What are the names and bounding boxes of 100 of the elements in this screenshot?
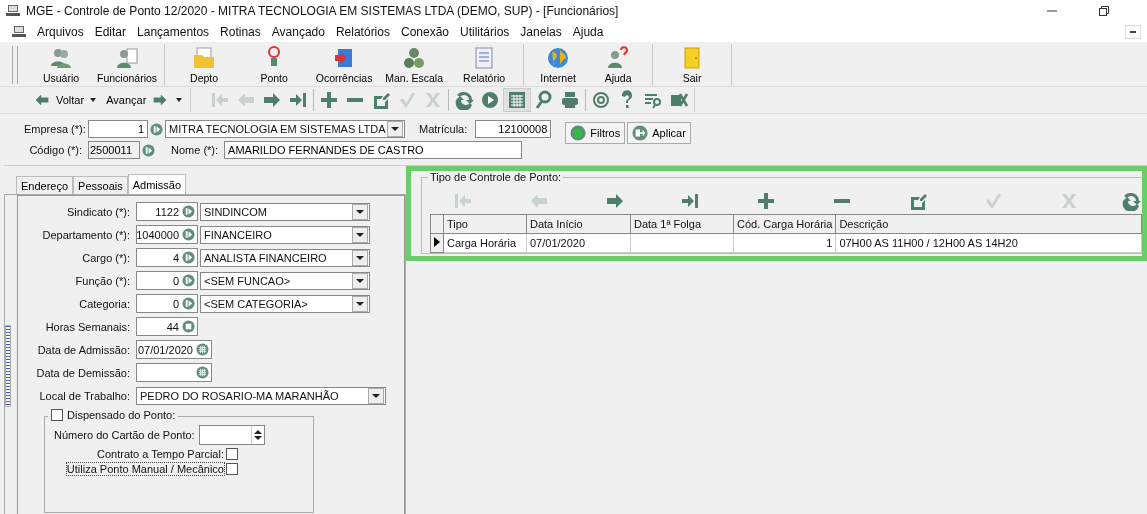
spin-field[interactable] — [198, 425, 265, 445]
field-label: Local de Trabalho: — [38, 389, 130, 402]
lookup-icon[interactable] — [150, 122, 163, 136]
filter-button[interactable]: Filtros — [565, 122, 626, 144]
registration-field[interactable]: 12100008 — [475, 120, 552, 138]
tab[interactable]: Admissão — [127, 174, 187, 194]
menu-item[interactable]: Utilitários — [455, 25, 516, 39]
globe-icon — [546, 46, 571, 70]
date-field[interactable]: 07/01/2020 — [136, 340, 212, 359]
caret-icon[interactable] — [90, 98, 97, 102]
toolbar-button[interactable]: Depto — [169, 44, 240, 86]
code-field[interactable]: 0 — [136, 294, 198, 313]
caret-icon — [356, 232, 364, 237]
company-dropdown[interactable]: MITRA TECNOLOGIA EM SISTEMAS LTDA — [165, 120, 405, 138]
caret-icon — [356, 278, 364, 283]
field-label: Horas Semanais: — [44, 320, 130, 333]
field-label: Nome (*): — [171, 144, 219, 156]
menu-item[interactable]: Ajuda — [567, 25, 610, 39]
apply-button[interactable]: Aplicar — [627, 122, 691, 144]
column-header[interactable]: Cód. Carga Horária — [733, 214, 836, 234]
column-header[interactable]: Data Início — [526, 214, 631, 234]
column-header[interactable]: Data 1ª Folga — [630, 214, 734, 234]
menu-item[interactable]: Rotinas — [215, 25, 267, 39]
table-cell: 07/01/2020 — [526, 233, 631, 253]
dropdown[interactable]: FINANCEIRO — [200, 225, 370, 244]
menu-item[interactable]: Conexão — [395, 25, 455, 39]
dropdown[interactable]: SINDINCOM — [200, 202, 370, 221]
code-field[interactable]: 4 — [136, 248, 198, 267]
filter-dot-icon — [570, 125, 587, 141]
checkbox[interactable] — [51, 409, 63, 421]
toolbar-button[interactable]: Man. Escala — [379, 44, 450, 86]
lookup-icon[interactable] — [142, 143, 155, 157]
field-label: Número do Cartão de Ponto: — [54, 429, 195, 441]
splitter-handle[interactable] — [5, 325, 11, 407]
back-button[interactable]: Voltar — [28, 92, 89, 108]
field-label: Departamento (*): — [41, 228, 130, 241]
calendar-icon[interactable] — [196, 343, 209, 356]
child-minimize-button[interactable] — [1125, 25, 1141, 39]
menu-item[interactable]: Janelas — [515, 25, 568, 39]
lookup-icon[interactable] — [182, 205, 195, 218]
caret-icon — [356, 255, 364, 260]
tab[interactable]: Pessoais — [73, 176, 128, 194]
window-title: MGE - Controle de Ponto 12/2020 - MITRA TECNOLOGIA EM SISTEMAS LTDA (DEMO, SUP) - [Funcionários] — [26, 4, 619, 18]
code-field[interactable]: 0 — [136, 271, 198, 290]
folder-icon — [192, 46, 217, 70]
lookup-icon[interactable] — [182, 251, 195, 264]
field-label: Data de Admissão: — [36, 343, 130, 356]
code-field[interactable]: 1122 — [136, 202, 198, 221]
checkbox[interactable] — [226, 463, 238, 475]
date-field[interactable] — [136, 363, 212, 382]
table-cell: Carga Horária — [443, 233, 527, 253]
checkbox[interactable] — [226, 448, 238, 460]
menu-item[interactable]: Avançado — [266, 25, 331, 39]
name-field[interactable]: AMARILDO FERNANDES DE CASTRO — [224, 141, 523, 159]
tab[interactable]: Endereço — [16, 176, 74, 194]
app-icon — [6, 5, 20, 17]
column-header[interactable]: Tipo — [443, 214, 527, 234]
table-cell: 1 — [733, 233, 836, 253]
dropdown[interactable]: ANALISTA FINANCEIRO — [200, 248, 370, 267]
dropdown[interactable]: <SEM FUNCAO> — [200, 271, 370, 290]
lookup-icon[interactable] — [182, 228, 195, 241]
number-field[interactable]: 44 — [136, 317, 198, 336]
field-label: Matrícula: — [419, 123, 468, 135]
calculator-icon[interactable] — [182, 320, 195, 333]
code-field[interactable]: 2500011 — [88, 141, 140, 159]
menu-item[interactable]: Editar — [89, 25, 133, 39]
menu-item[interactable]: Lançamentos — [132, 25, 216, 39]
forward-button[interactable]: Avançar — [102, 92, 175, 108]
code-field[interactable]: 1040000 — [136, 225, 198, 244]
group-title: Tipo de Controle de Ponto: — [428, 171, 564, 183]
toolbar-button[interactable]: Ocorrências — [309, 44, 380, 86]
minimize-icon — [1130, 31, 1136, 33]
calendar-icon[interactable] — [196, 366, 209, 379]
grid-icon[interactable] — [503, 88, 532, 112]
lookup-icon[interactable] — [182, 297, 195, 310]
toolbar-button[interactable]: Ponto — [239, 44, 310, 86]
field-label: Código (*): — [28, 144, 82, 156]
menu-item[interactable]: Arquivos — [32, 25, 90, 39]
caret-icon[interactable] — [176, 98, 183, 102]
dropdown[interactable]: <SEM CATEGORIA> — [200, 294, 370, 313]
toolbar-button[interactable]: Usuário — [28, 44, 94, 86]
toolbar-button[interactable]: Ajuda — [588, 44, 649, 86]
app-icon — [12, 26, 26, 38]
toolbar-button[interactable]: Internet — [528, 44, 589, 86]
toolbar-button[interactable]: Sair — [657, 44, 728, 86]
caret-icon — [356, 209, 364, 214]
company-code-field[interactable]: 1 — [88, 120, 148, 138]
caret-icon — [391, 127, 399, 131]
toolbar-button[interactable]: Relatório — [449, 44, 520, 86]
field-label: Sindicato (*): — [66, 205, 130, 218]
toolbar-button[interactable]: Funcionários — [94, 44, 161, 86]
lookup-icon[interactable] — [182, 274, 195, 287]
spin-arrows-icon[interactable] — [253, 429, 262, 441]
field-label: Categoria: — [78, 297, 130, 310]
dropdown[interactable]: PEDRO DO ROSARIO-MA MARANHÃO — [136, 386, 386, 405]
column-header[interactable]: Descrição — [835, 214, 1142, 234]
restore-icon — [1099, 6, 1109, 16]
checkbox-label: Dispensado do Ponto: — [67, 409, 176, 421]
caret-icon — [356, 301, 364, 306]
menu-item[interactable]: Relatórios — [330, 25, 396, 39]
